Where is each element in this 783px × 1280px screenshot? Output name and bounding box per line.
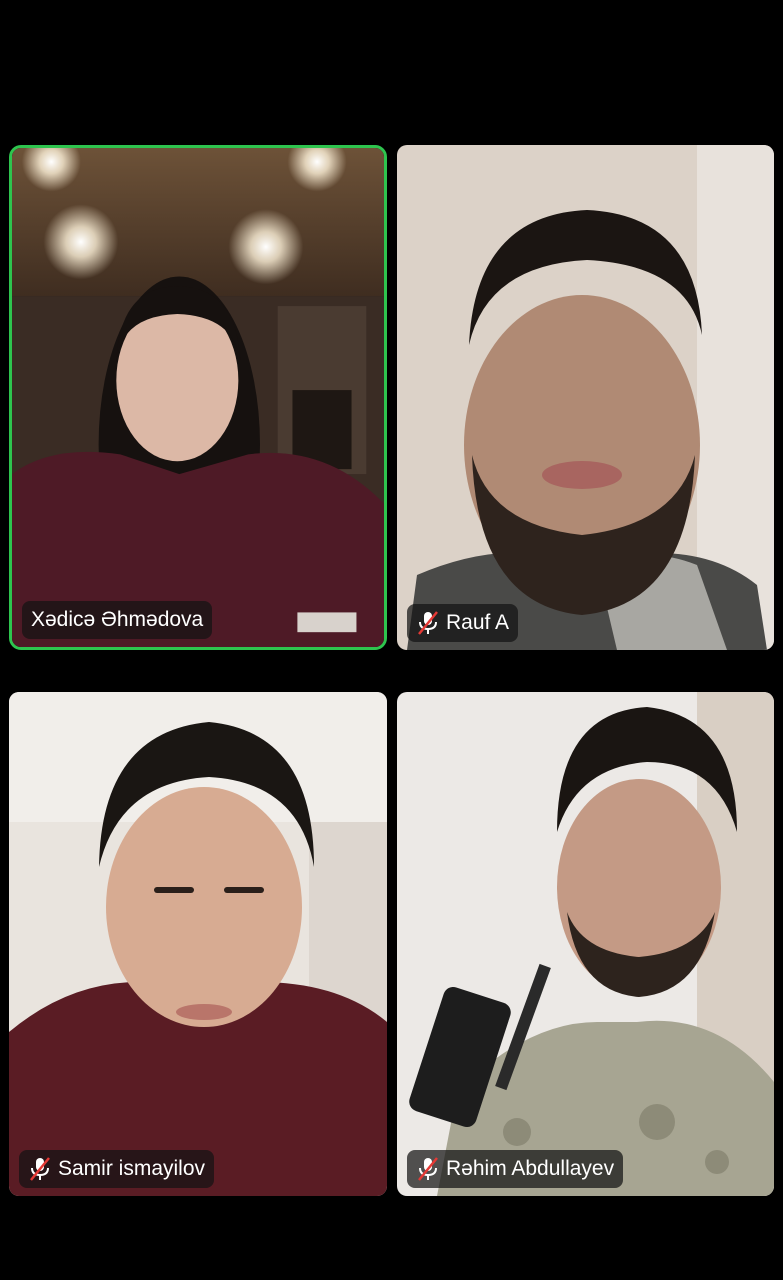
mic-muted-icon (416, 1156, 440, 1182)
participant-name: Rəhim Abdullayev (446, 1157, 615, 1180)
video-call-screen: Xədicə Əhmədova Rauf A Samir ismayilov R… (0, 0, 783, 1280)
participant-video (397, 692, 774, 1196)
participant-video (397, 145, 774, 650)
participant-video (9, 692, 387, 1196)
participant-name-badge: Rəhim Abdullayev (407, 1150, 624, 1188)
participant-name: Xədicə Əhmədova (31, 608, 204, 631)
mic-muted-icon (28, 1156, 52, 1182)
video-tile-participant-2[interactable]: Rauf A (397, 145, 774, 650)
video-tile-participant-1[interactable]: Xədicə Əhmədova (9, 145, 387, 650)
participant-name-badge: Xədicə Əhmədova (22, 601, 213, 639)
participant-video (12, 148, 384, 647)
mic-muted-icon (416, 610, 440, 636)
participant-name-badge: Rauf A (407, 604, 519, 642)
participant-name-badge: Samir ismayilov (19, 1150, 215, 1188)
video-tile-participant-3[interactable]: Samir ismayilov (9, 692, 387, 1196)
video-tile-participant-4[interactable]: Rəhim Abdullayev (397, 692, 774, 1196)
participant-name: Rauf A (446, 611, 510, 634)
participant-name: Samir ismayilov (58, 1157, 206, 1180)
